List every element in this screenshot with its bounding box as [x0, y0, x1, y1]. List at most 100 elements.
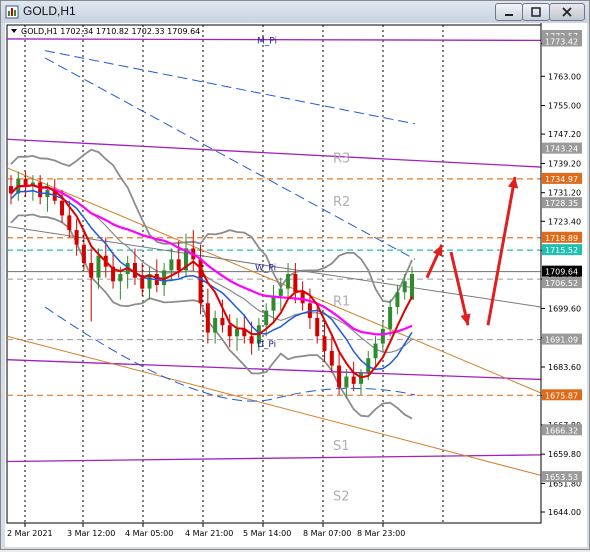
- candle: [89, 248, 94, 322]
- pivot-label: R1: [333, 294, 350, 309]
- candle: [205, 288, 210, 344]
- candle-body: [286, 274, 291, 289]
- candle-body: [373, 343, 378, 359]
- price-tick-label: 1755.00: [548, 102, 581, 111]
- candle-body: [227, 325, 232, 337]
- close-button[interactable]: [549, 3, 585, 21]
- window-title: GOLD,H1: [23, 4, 76, 18]
- price-box-label: 1706.52: [545, 279, 578, 288]
- candle-body: [388, 306, 393, 329]
- maximize-button[interactable]: [522, 3, 550, 21]
- pivot-label: R3: [333, 152, 350, 167]
- candle: [264, 303, 269, 337]
- price-tick-label: 1659.80: [548, 450, 581, 459]
- candle-body: [315, 317, 320, 337]
- chart-canvas[interactable]: M_PiR3R2W_PiR1D_PiS1S2 1771.901763.00175…: [5, 23, 587, 547]
- candle-body: [337, 365, 342, 388]
- candle-body: [96, 255, 101, 278]
- maximize-icon: [531, 7, 541, 17]
- price-tick-label: 1739.20: [548, 159, 581, 168]
- candle-body: [74, 230, 79, 245]
- candle-body: [395, 292, 400, 307]
- candle: [132, 248, 137, 285]
- candle: [388, 299, 393, 337]
- candle: [351, 361, 356, 392]
- candle-body: [249, 336, 254, 344]
- candle-body: [132, 263, 137, 278]
- price-box-label: 1718.89: [545, 234, 578, 243]
- candle-body: [322, 336, 327, 351]
- pivot-label: M_Pi: [257, 37, 277, 47]
- price-box-label: 1715.52: [545, 246, 578, 255]
- dashed-trend-blue-2: [44, 57, 416, 260]
- candle: [125, 255, 130, 289]
- price-box-label: 1691.09: [545, 336, 578, 345]
- candle: [191, 230, 196, 271]
- candle-body: [409, 274, 415, 300]
- trend-channel-lower: [6, 335, 542, 476]
- time-tick-label: 8 Mar 23:00: [357, 529, 405, 538]
- candle: [271, 284, 276, 322]
- title-bar[interactable]: GOLD,H1: [1, 1, 589, 23]
- candle-body: [213, 317, 218, 333]
- time-tick-label: 4 Mar 21:00: [185, 529, 233, 538]
- moving-averages-layer: [10, 184, 413, 379]
- collapse-triangle-icon[interactable]: [11, 29, 17, 33]
- candle-body: [300, 292, 305, 304]
- time-tick-label: 8 Mar 07:00: [303, 529, 351, 538]
- time-axis-layer: 2 Mar 2021 3 Mar 12:00 4 Mar 05:00 4 Mar 21…: [5, 522, 587, 547]
- candle-body: [118, 274, 123, 282]
- price-box-label: 1653.53: [545, 473, 578, 482]
- trendlines-layer: [6, 38, 542, 476]
- candle: [358, 369, 363, 395]
- candle-body: [169, 259, 174, 271]
- minimize-button[interactable]: [495, 3, 523, 21]
- chart-window: GOLD,H1 M_PiR3R2W_PiR1D_PiS1S2 1771.9017…: [0, 0, 590, 550]
- time-tick-label: 5 Mar 14:00: [243, 529, 291, 538]
- price-chart[interactable]: M_PiR3R2W_PiR1D_PiS1S2 1771.901763.00175…: [5, 23, 587, 547]
- trend-channel-upper: [6, 167, 542, 394]
- price-tick-label: 1763.00: [548, 72, 581, 81]
- candle: [140, 263, 145, 296]
- candle: [235, 317, 240, 351]
- candle: [293, 263, 298, 304]
- candles-layer: [8, 171, 415, 399]
- time-tick-label: 3 Mar 12:00: [67, 529, 115, 538]
- price-box-label: 1709.64: [545, 268, 578, 277]
- candle-body: [329, 350, 334, 366]
- forecast-arrows-layer: [425, 176, 519, 326]
- candle-body: [67, 215, 72, 231]
- candle-body: [271, 295, 276, 311]
- minimize-icon: [505, 14, 513, 16]
- price-axis-layer: 1771.901763.001755.001747.201739.201731.…: [540, 23, 587, 547]
- chart-icon: [5, 5, 19, 19]
- forecast-arrow-down: [449, 251, 471, 326]
- price-tick-label: 1644.00: [548, 508, 581, 517]
- candle: [300, 281, 305, 311]
- candle-body: [89, 263, 94, 278]
- candle-body: [205, 303, 210, 333]
- candle-body: [402, 281, 407, 293]
- candle-body: [220, 317, 225, 326]
- candle-body: [351, 376, 356, 384]
- price-box-label: 1734.97: [545, 175, 578, 184]
- price-tick-label: 1683.60: [548, 363, 581, 372]
- price-tick-label: 1747.20: [548, 130, 581, 139]
- time-tick-label: 4 Mar 05:00: [125, 529, 173, 538]
- arrow-shaft: [449, 251, 470, 326]
- candle-body: [380, 328, 385, 344]
- candle: [213, 310, 218, 344]
- pivot-label: S1: [333, 439, 350, 454]
- candle-body: [264, 310, 269, 326]
- candle-body: [344, 376, 349, 388]
- price-tick-label: 1731.20: [548, 189, 581, 198]
- pivot-label: D_Pi: [257, 340, 276, 350]
- pivot-label: R2: [333, 195, 350, 210]
- time-tick-label: 2 Mar 2021: [7, 529, 53, 538]
- price-tick-label: 1723.40: [548, 217, 581, 226]
- candle: [8, 175, 14, 205]
- candle-body: [235, 328, 240, 337]
- candle-body: [176, 259, 181, 271]
- pivot-line-s2: [6, 454, 542, 463]
- price-box-label: 1666.32: [545, 426, 578, 435]
